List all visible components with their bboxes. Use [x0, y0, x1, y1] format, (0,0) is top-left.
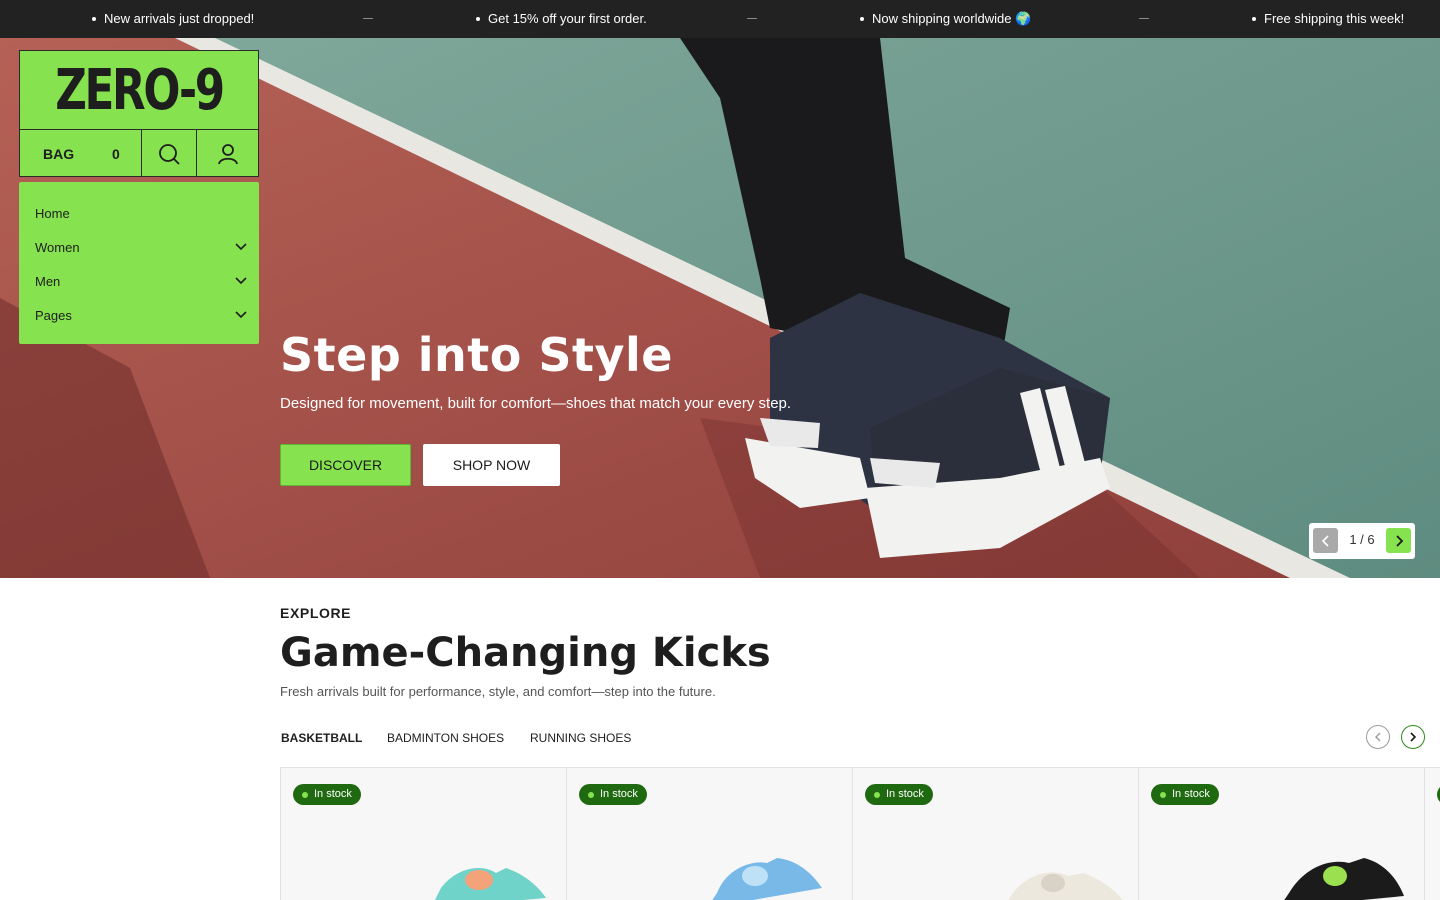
nav-item-label: Home	[35, 205, 70, 221]
tab-basketball[interactable]: BASKETBALL	[281, 731, 362, 745]
bag-label: BAG	[43, 146, 75, 162]
header-actions: BAG 0	[20, 129, 258, 177]
product-card[interactable]: In stock	[852, 767, 1139, 900]
shop-now-button[interactable]: SHOP NOW	[423, 444, 560, 486]
chevron-left-icon	[1321, 534, 1329, 547]
announcement-text: Get 15% off your first order.	[488, 11, 647, 26]
hero-subtitle: Designed for movement, built for comfort…	[280, 395, 792, 412]
announcement-text: New arrivals just dropped!	[104, 11, 255, 26]
tab-badminton-shoes[interactable]: BADMINTON SHOES	[387, 731, 504, 745]
bag-button[interactable]: BAG 0	[20, 130, 142, 177]
account-button[interactable]	[197, 130, 258, 177]
product-card[interactable]	[1424, 767, 1440, 900]
announcement-item: New arrivals just dropped!	[92, 11, 254, 26]
announcement-separator	[747, 18, 757, 19]
announcement-separator	[363, 18, 373, 19]
search-button[interactable]	[142, 130, 197, 177]
tab-running-shoes[interactable]: RUNNING SHOES	[530, 731, 631, 745]
slide-next-button[interactable]	[1386, 528, 1411, 553]
product-card[interactable]: In stock	[1138, 767, 1425, 900]
search-icon	[159, 143, 180, 165]
stock-badge: In stock	[865, 784, 933, 805]
slide-prev-button[interactable]	[1313, 528, 1338, 553]
stock-badge: In stock	[579, 784, 647, 805]
brand-logo[interactable]: ZERO-9	[46, 51, 232, 129]
section-eyebrow: EXPLORE	[280, 605, 352, 621]
discover-button[interactable]: DISCOVER	[280, 444, 411, 486]
nav-item-women[interactable]: Women	[35, 235, 247, 259]
chevron-down-icon	[235, 311, 247, 319]
stock-badge: In stock	[293, 784, 361, 805]
announcement-item: Now shipping worldwide 🌍	[860, 11, 1031, 27]
announcement-bar: New arrivals just dropped! Get 15% off y…	[0, 0, 1440, 38]
chevron-down-icon	[235, 277, 247, 285]
stock-badge: In stock	[1151, 784, 1219, 805]
announcement-item: Free shipping this week!	[1252, 11, 1404, 26]
nav-item-men[interactable]: Men	[35, 269, 247, 293]
announcement-text: Now shipping worldwide 🌍	[872, 11, 1032, 26]
nav-item-label: Men	[35, 273, 61, 289]
product-card[interactable]: In stock	[280, 767, 567, 900]
carousel-next-button[interactable]	[1401, 725, 1425, 749]
hero-title: Step into Style	[280, 328, 673, 382]
nav-item-label: Women	[35, 239, 80, 255]
announcement-item: Get 15% off your first order.	[476, 11, 647, 26]
chevron-right-icon	[1395, 534, 1403, 547]
bag-count: 0	[112, 146, 120, 162]
user-icon	[217, 143, 238, 164]
section-subtitle: Fresh arrivals built for performance, st…	[280, 684, 716, 699]
nav-item-home[interactable]: Home	[35, 201, 247, 225]
product-card[interactable]: In stock	[566, 767, 853, 900]
section-title: Game-Changing Kicks	[280, 630, 771, 676]
carousel-prev-button[interactable]	[1366, 725, 1390, 749]
announcement-text: Free shipping this week!	[1264, 11, 1405, 26]
chevron-left-icon	[1375, 732, 1381, 742]
nav-item-label: Pages	[35, 307, 72, 323]
slide-counter: 1 / 6	[1349, 532, 1375, 547]
main-navigation: Home Women Men Pages	[19, 182, 259, 344]
product-carousel: In stock In stock In stock In stock	[280, 767, 1440, 900]
chevron-down-icon	[235, 243, 247, 251]
slider-controls: 1 / 6	[1309, 523, 1415, 559]
announcement-separator	[1139, 18, 1149, 19]
chevron-right-icon	[1410, 732, 1417, 742]
nav-item-pages[interactable]: Pages	[35, 303, 247, 327]
site-header: ZERO-9 BAG 0	[19, 50, 259, 177]
